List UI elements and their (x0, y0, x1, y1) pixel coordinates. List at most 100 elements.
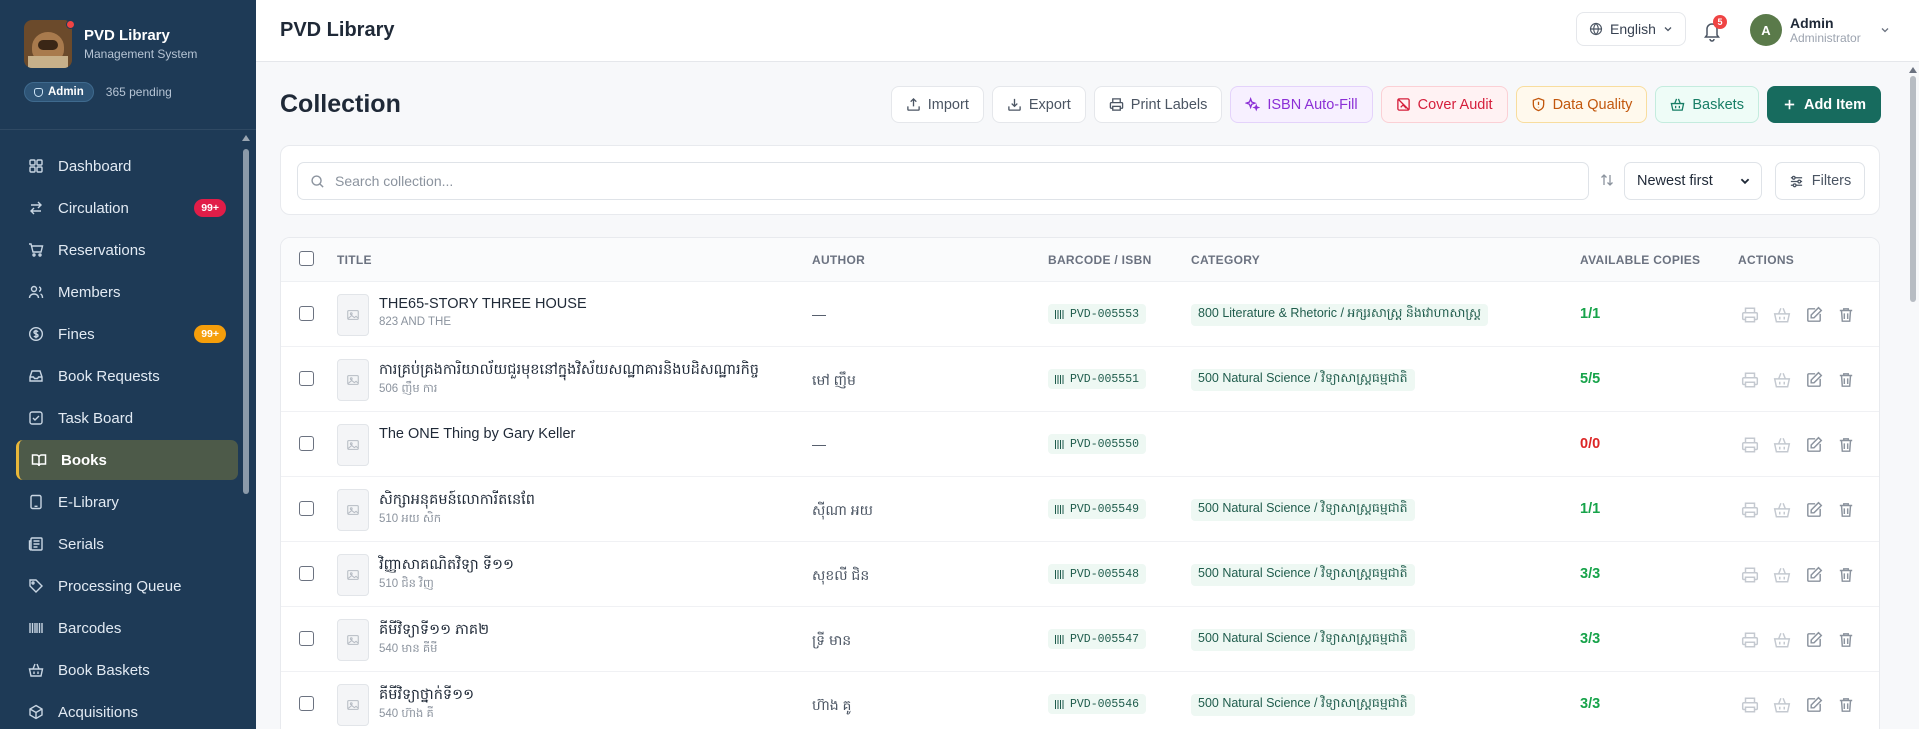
column-category[interactable]: CATEGORY (1191, 253, 1260, 267)
search-box[interactable] (297, 162, 1589, 200)
cover-audit-button[interactable]: Cover Audit (1380, 86, 1508, 123)
book-title[interactable]: គីមីវិទ្យាថ្នាក់ទី១១ (379, 686, 474, 707)
table-row[interactable]: ការគ្រប់គ្រងការិយាល័យជួរមុខនៅក្នុងវិស័យស… (281, 347, 1879, 412)
basket-icon[interactable] (1773, 566, 1791, 584)
avatar[interactable]: A (1750, 14, 1782, 46)
basket-icon[interactable] (1773, 371, 1791, 389)
column-author[interactable]: AUTHOR (812, 253, 865, 267)
data-quality-button[interactable]: Data Quality (1515, 86, 1648, 123)
book-title[interactable]: THE65-STORY THREE HOUSE (379, 296, 587, 312)
import-button[interactable]: Import (890, 86, 984, 123)
sidebar-item-reservations[interactable]: Reservations (16, 230, 238, 270)
book-title[interactable]: ការគ្រប់គ្រងការិយាល័យជួរមុខនៅក្នុងវិស័យស… (379, 361, 759, 382)
book-title[interactable]: វិញ្ញាសាគណិតវិទ្យា ទី១១ (379, 556, 514, 577)
row-actions (1741, 501, 1855, 519)
row-checkbox[interactable] (299, 501, 314, 516)
sidebar-scrollbar[interactable] (242, 135, 250, 729)
sort-direction-icon[interactable] (1599, 172, 1615, 188)
sidebar-item-dashboard[interactable]: Dashboard (16, 146, 238, 186)
print-icon[interactable] (1741, 696, 1759, 714)
sidebar-item-e-library[interactable]: E-Library (16, 482, 238, 522)
table-row[interactable]: គីមីវិទ្យាថ្នាក់ទី១១ 540 ហ៊ាង គី ហ៊ាង គូ PV… (281, 672, 1879, 729)
edit-icon[interactable] (1805, 306, 1823, 324)
search-input[interactable] (335, 173, 1535, 189)
select-all-checkbox[interactable] (299, 251, 314, 266)
print-icon[interactable] (1741, 566, 1759, 584)
main-scrollbar[interactable] (1908, 62, 1919, 729)
basket-icon[interactable] (1773, 501, 1791, 519)
table-row[interactable]: គីមីវិទ្យាទី១១ ភាគ២ 540 មាន គីមី ទ្រី មាន P… (281, 607, 1879, 672)
sidebar-item-book-baskets[interactable]: Book Baskets (16, 650, 238, 690)
print-icon[interactable] (1741, 501, 1759, 519)
sidebar-scroll-thumb[interactable] (243, 149, 249, 494)
available-copies: 3/3 (1580, 696, 1601, 712)
baskets-button[interactable]: Baskets (1655, 86, 1759, 123)
column-available-copies[interactable]: AVAILABLE COPIES (1580, 253, 1700, 267)
print-icon[interactable] (1741, 436, 1759, 454)
trash-icon[interactable] (1837, 696, 1855, 714)
sidebar-item-acquisitions[interactable]: Acquisitions (16, 692, 238, 729)
sidebar-item-books[interactable]: Books (16, 440, 238, 480)
row-checkbox[interactable] (299, 631, 314, 646)
add-item-button[interactable]: Add Item (1766, 86, 1881, 123)
edit-icon[interactable] (1805, 696, 1823, 714)
edit-icon[interactable] (1805, 566, 1823, 584)
edit-icon[interactable] (1805, 501, 1823, 519)
basket-icon[interactable] (1773, 306, 1791, 324)
book-title[interactable]: The ONE Thing by Gary Keller (379, 426, 575, 442)
chevron-down-icon[interactable] (1880, 25, 1890, 35)
trash-icon[interactable] (1837, 631, 1855, 649)
book-title[interactable]: សិក្សាអនុគមន៍លោការីតនេពែ (379, 491, 535, 512)
table-row[interactable]: សិក្សាអនុគមន៍លោការីតនេពែ 510 អយ សិក ស៊ីណា … (281, 477, 1879, 542)
trash-icon[interactable] (1837, 436, 1855, 454)
print-icon[interactable] (1741, 306, 1759, 324)
print-icon[interactable] (1741, 631, 1759, 649)
library-logo[interactable] (24, 20, 72, 68)
user-role: Administrator (1790, 31, 1861, 45)
isbn-auto-fill-button[interactable]: ISBN Auto-Fill (1230, 86, 1373, 123)
row-checkbox[interactable] (299, 696, 314, 711)
sidebar-item-members[interactable]: Members (16, 272, 238, 312)
book-author: — (812, 436, 826, 452)
edit-icon[interactable] (1805, 436, 1823, 454)
language-selector[interactable]: English (1576, 12, 1686, 46)
sidebar-item-circulation[interactable]: Circulation 99+ (16, 188, 238, 228)
user-name[interactable]: Admin (1790, 15, 1834, 31)
column-barcode[interactable]: BARCODE / ISBN (1048, 253, 1152, 267)
table-row[interactable]: THE65-STORY THREE HOUSE 823 AND THE — PVD-0… (281, 282, 1879, 347)
sidebar-item-serials[interactable]: Serials (16, 524, 238, 564)
edit-icon[interactable] (1805, 371, 1823, 389)
trash-icon[interactable] (1837, 566, 1855, 584)
trash-icon[interactable] (1837, 371, 1855, 389)
sidebar-item-label: Members (58, 283, 121, 301)
row-checkbox[interactable] (299, 371, 314, 386)
sidebar-item-processing-queue[interactable]: Processing Queue (16, 566, 238, 606)
basket-icon[interactable] (1773, 436, 1791, 454)
scroll-up-arrow-icon[interactable] (242, 135, 250, 141)
export-button[interactable]: Export (991, 86, 1086, 123)
scroll-up-arrow-icon[interactable] (1909, 67, 1917, 73)
table-row[interactable]: The ONE Thing by Gary Keller — PVD-005550 0… (281, 412, 1879, 477)
sidebar-item-label: Task Board (58, 409, 134, 427)
book-title[interactable]: គីមីវិទ្យាទី១១ ភាគ២ (379, 621, 489, 642)
trash-icon[interactable] (1837, 501, 1855, 519)
print-labels-button[interactable]: Print Labels (1093, 86, 1223, 123)
sidebar-item-task-board[interactable]: Task Board (16, 398, 238, 438)
print-icon[interactable] (1741, 371, 1759, 389)
column-title[interactable]: TITLE (337, 253, 372, 267)
sidebar-item-book-requests[interactable]: Book Requests (16, 356, 238, 396)
table-row[interactable]: វិញ្ញាសាគណិតវិទ្យា ទី១១ 510 ជិន វិញ សុខលី … (281, 542, 1879, 607)
basket-icon[interactable] (1773, 696, 1791, 714)
main-scroll-thumb[interactable] (1910, 76, 1916, 302)
filters-button[interactable]: Filters (1775, 162, 1865, 200)
sidebar-item-barcodes[interactable]: Barcodes (16, 608, 238, 648)
sidebar-item-fines[interactable]: Fines 99+ (16, 314, 238, 354)
trash-icon[interactable] (1837, 306, 1855, 324)
chevron-down-icon (1664, 27, 1672, 32)
sort-select[interactable]: Newest first (1624, 162, 1762, 200)
row-checkbox[interactable] (299, 436, 314, 451)
edit-icon[interactable] (1805, 631, 1823, 649)
row-checkbox[interactable] (299, 566, 314, 581)
basket-icon[interactable] (1773, 631, 1791, 649)
row-checkbox[interactable] (299, 306, 314, 321)
